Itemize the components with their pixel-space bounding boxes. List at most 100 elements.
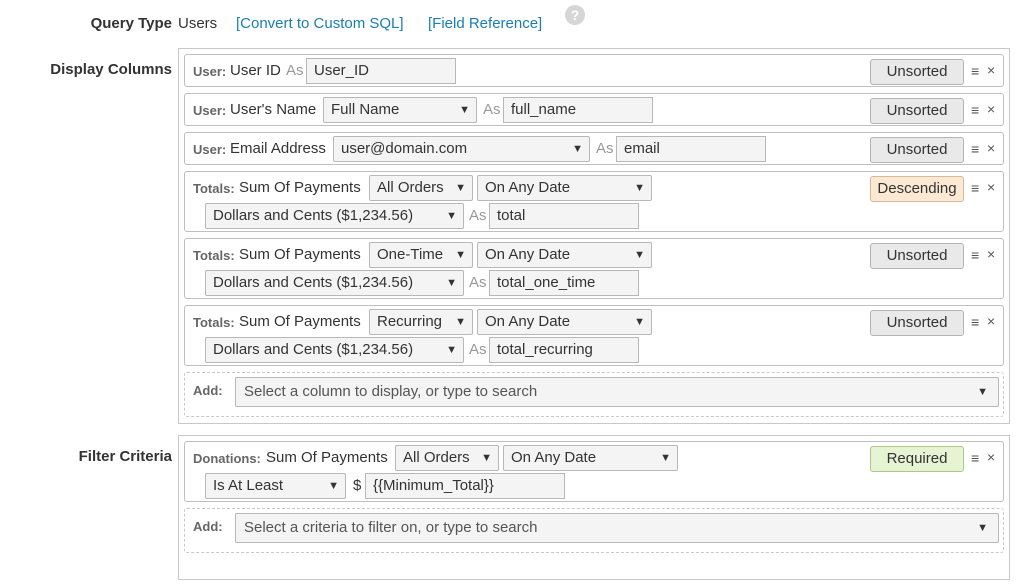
as-label: As [596, 140, 614, 157]
drag-handle-icon[interactable]: ≡ [971, 247, 979, 263]
drag-handle-icon[interactable]: ≡ [971, 180, 979, 196]
remove-column-icon[interactable]: × [987, 179, 995, 195]
sort-toggle-button[interactable]: Unsorted [870, 98, 964, 124]
field-reference-link[interactable]: [Field Reference] [428, 15, 542, 32]
alias-input[interactable]: full_name [503, 97, 653, 123]
select-value: All Orders [377, 179, 444, 196]
sort-toggle-button[interactable]: Unsorted [870, 310, 964, 336]
chevron-down-icon: ▼ [446, 344, 457, 356]
column-prefix: User: [193, 64, 227, 79]
remove-column-icon[interactable]: × [987, 62, 995, 78]
name-format-select[interactable]: Full Name ▼ [323, 97, 477, 123]
column-field-name: User ID [230, 62, 281, 79]
chevron-down-icon: ▼ [634, 182, 645, 194]
select-value: On Any Date [511, 449, 597, 466]
chevron-down-icon: ▼ [459, 104, 470, 116]
alias-input[interactable]: total_recurring [489, 337, 639, 363]
remove-criteria-icon[interactable]: × [987, 449, 995, 465]
select-value: Is At Least [213, 477, 284, 494]
query-type-label: Query Type [90, 15, 172, 32]
select-value: Recurring [377, 313, 443, 330]
remove-column-icon[interactable]: × [987, 246, 995, 262]
chevron-down-icon: ▼ [634, 316, 645, 328]
column-field-name: Sum Of Payments [239, 246, 361, 263]
select-value: All Orders [403, 449, 470, 466]
date-select[interactable]: On Any Date ▼ [503, 445, 678, 471]
chevron-down-icon: ▼ [977, 386, 988, 398]
drag-handle-icon[interactable]: ≡ [971, 63, 979, 79]
comparison-select[interactable]: Is At Least ▼ [205, 473, 346, 499]
drag-handle-icon[interactable]: ≡ [971, 450, 979, 466]
remove-column-icon[interactable]: × [987, 140, 995, 156]
chevron-down-icon: ▼ [446, 210, 457, 222]
chevron-down-icon: ▼ [481, 452, 492, 464]
alias-input[interactable]: total_one_time [489, 270, 639, 296]
date-select[interactable]: On Any Date ▼ [477, 175, 652, 201]
as-label: As [286, 62, 304, 79]
money-format-select[interactable]: Dollars and Cents ($1,234.56) ▼ [205, 203, 464, 229]
as-label: As [483, 101, 501, 118]
add-column-placeholder: Select a column to display, or type to s… [244, 383, 538, 400]
orders-select[interactable]: Recurring ▼ [369, 309, 473, 335]
select-value: Full Name [331, 101, 400, 118]
currency-symbol: $ [353, 477, 362, 494]
remove-column-icon[interactable]: × [987, 313, 995, 329]
column-prefix: Totals: [193, 248, 235, 263]
select-value: Dollars and Cents ($1,234.56) [213, 207, 414, 224]
criteria-field-name: Sum Of Payments [266, 449, 388, 466]
column-field-name: Sum Of Payments [239, 313, 361, 330]
select-value: On Any Date [485, 246, 571, 263]
remove-column-icon[interactable]: × [987, 101, 995, 117]
chevron-down-icon: ▼ [634, 249, 645, 261]
add-criteria-placeholder: Select a criteria to filter on, or type … [244, 519, 538, 536]
select-value: Dollars and Cents ($1,234.56) [213, 274, 414, 291]
select-value: On Any Date [485, 313, 571, 330]
chevron-down-icon: ▼ [446, 277, 457, 289]
alias-input[interactable]: total [489, 203, 639, 229]
column-field-name: Sum Of Payments [239, 179, 361, 196]
orders-select[interactable]: All Orders ▼ [395, 445, 499, 471]
sort-toggle-button[interactable]: Unsorted [870, 59, 964, 85]
select-value: On Any Date [485, 179, 571, 196]
drag-handle-icon[interactable]: ≡ [971, 141, 979, 157]
sort-toggle-button[interactable]: Unsorted [870, 243, 964, 269]
as-label: As [469, 207, 487, 224]
chevron-down-icon: ▼ [977, 522, 988, 534]
chevron-down-icon: ▼ [455, 249, 466, 261]
column-field-name: User's Name [230, 101, 317, 118]
sort-toggle-button[interactable]: Descending [870, 176, 964, 202]
help-icon[interactable]: ? [565, 5, 585, 25]
required-toggle-button[interactable]: Required [870, 446, 964, 472]
convert-to-custom-sql-link[interactable]: [Convert to Custom SQL] [236, 15, 404, 32]
criteria-value-input[interactable]: {{Minimum_Total}} [365, 473, 565, 499]
select-value: One-Time [377, 246, 444, 263]
alias-input[interactable]: User_ID [306, 58, 456, 84]
column-prefix: User: [193, 142, 227, 157]
add-criteria-select[interactable]: Select a criteria to filter on, or type … [235, 513, 999, 543]
chevron-down-icon: ▼ [572, 143, 583, 155]
chevron-down-icon: ▼ [455, 182, 466, 194]
filter-criteria-label: Filter Criteria [78, 448, 172, 465]
as-label: As [469, 341, 487, 358]
column-prefix: Totals: [193, 315, 235, 330]
column-field-name: Email Address [230, 140, 326, 157]
money-format-select[interactable]: Dollars and Cents ($1,234.56) ▼ [205, 337, 464, 363]
chevron-down-icon: ▼ [660, 452, 671, 464]
select-value: user@domain.com [341, 140, 468, 157]
add-column-select[interactable]: Select a column to display, or type to s… [235, 377, 999, 407]
email-format-select[interactable]: user@domain.com ▼ [333, 136, 590, 162]
date-select[interactable]: On Any Date ▼ [477, 242, 652, 268]
drag-handle-icon[interactable]: ≡ [971, 102, 979, 118]
money-format-select[interactable]: Dollars and Cents ($1,234.56) ▼ [205, 270, 464, 296]
drag-handle-icon[interactable]: ≡ [971, 314, 979, 330]
column-prefix: User: [193, 103, 227, 118]
orders-select[interactable]: All Orders ▼ [369, 175, 473, 201]
sort-toggle-button[interactable]: Unsorted [870, 137, 964, 163]
add-criteria-label: Add: [193, 519, 223, 534]
date-select[interactable]: On Any Date ▼ [477, 309, 652, 335]
column-prefix: Totals: [193, 181, 235, 196]
display-columns-label: Display Columns [50, 61, 172, 78]
chevron-down-icon: ▼ [328, 480, 339, 492]
orders-select[interactable]: One-Time ▼ [369, 242, 473, 268]
alias-input[interactable]: email [616, 136, 766, 162]
